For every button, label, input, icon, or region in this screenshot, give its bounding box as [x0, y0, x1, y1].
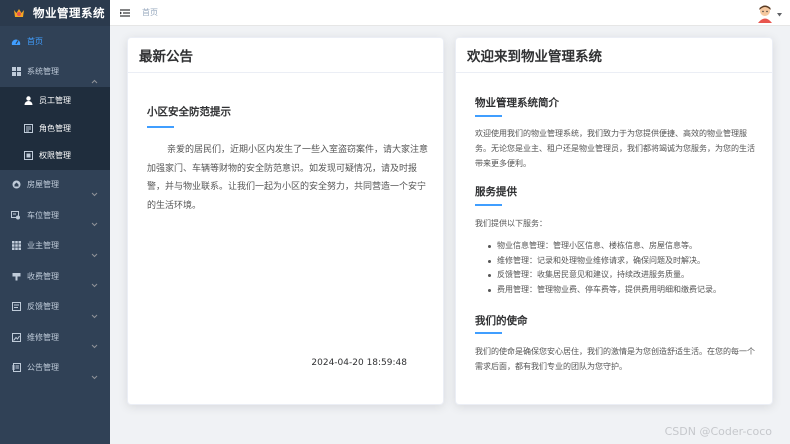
- sidebar-item-staff[interactable]: 员工管理: [0, 87, 110, 115]
- title-underline: [475, 204, 502, 206]
- welcome-card: 欢迎来到物业管理系统 物业管理系统简介 欢迎使用我们的物业管理系统，我们致力于为…: [455, 37, 773, 405]
- section-title-mission: 我们的使命: [475, 315, 528, 327]
- notice-icon: [10, 362, 22, 374]
- list-item: 物业信息管理：管理小区信息、楼栋信息、房屋信息等。: [488, 239, 761, 254]
- list-item: 反馈管理：收集居民意见和建议，持续改进服务质量。: [488, 268, 761, 283]
- sidebar-item-label: 车位管理: [27, 210, 59, 220]
- user-menu[interactable]: [755, 2, 782, 23]
- sidebar-item-feedback[interactable]: 反馈管理: [0, 292, 110, 323]
- sidebar-item-label: 员工管理: [39, 96, 71, 106]
- feedback-icon: [10, 301, 22, 313]
- chevron-up-icon: [91, 69, 98, 88]
- chevron-down-icon: [91, 304, 98, 323]
- role-icon: [22, 122, 34, 134]
- sidebar-item-owner[interactable]: 业主管理: [0, 231, 110, 262]
- sidebar-item-permission[interactable]: 权限管理: [0, 142, 110, 170]
- sidebar-item-parking[interactable]: 车位管理: [0, 200, 110, 231]
- sidebar-item-label: 维修管理: [27, 332, 59, 342]
- card-title: 最新公告: [128, 38, 443, 73]
- sidebar-item-label: 权限管理: [39, 151, 71, 161]
- permission-icon: [22, 150, 34, 162]
- chevron-down-icon: [91, 334, 98, 353]
- sidebar-item-label: 首页: [27, 36, 43, 46]
- logo-icon: [12, 6, 26, 20]
- house-icon: [10, 179, 22, 191]
- title-underline: [475, 332, 502, 334]
- sidebar: 物业管理系统 首页 系统管理 员工管理 角色管理 权限管理 房屋管理 车位管理 …: [0, 0, 110, 444]
- sidebar-item-role[interactable]: 角色管理: [0, 115, 110, 143]
- section-title-intro: 物业管理系统简介: [475, 97, 559, 109]
- breadcrumb[interactable]: 首页: [142, 7, 158, 18]
- notice-title: 小区安全防范提示: [147, 106, 231, 118]
- sidebar-item-label: 反馈管理: [27, 302, 59, 312]
- app-title: 物业管理系统: [33, 6, 105, 20]
- chevron-down-icon: [91, 273, 98, 292]
- caret-down-icon: [777, 2, 782, 21]
- logo[interactable]: 物业管理系统: [0, 0, 110, 26]
- chevron-down-icon: [91, 212, 98, 231]
- watermark: CSDN @Coder-coco: [664, 425, 772, 438]
- card-title: 欢迎来到物业管理系统: [456, 38, 772, 73]
- user-icon: [22, 95, 34, 107]
- hamburger-icon[interactable]: [118, 6, 132, 20]
- parking-icon: [10, 209, 22, 221]
- avatar[interactable]: [755, 3, 775, 23]
- title-underline: [475, 115, 502, 117]
- notice-body: 亲爱的居民们，近期小区内发生了一些入室盗窃案件，请大家注意加强家门、车辆等财物的…: [147, 145, 429, 211]
- list-item: 维修管理：记录和处理物业维修请求，确保问题及时解决。: [488, 254, 761, 269]
- sidebar-item-fee[interactable]: 收费管理: [0, 261, 110, 292]
- dashboard-icon: [10, 35, 22, 47]
- sidebar-item-repair[interactable]: 维修管理: [0, 322, 110, 353]
- sidebar-item-house[interactable]: 房屋管理: [0, 170, 110, 201]
- mission-text: 我们的使命是确保您安心居住，我们的激情是为您创造舒适生活。在您的每一个需求后面，…: [475, 347, 755, 371]
- sidebar-item-label: 收费管理: [27, 271, 59, 281]
- repair-icon: [10, 331, 22, 343]
- title-underline: [147, 126, 174, 128]
- services-intro: 我们提供以下服务：: [475, 219, 547, 228]
- list-item: 费用管理：管理物业费、停车费等，提供费用明细和缴费记录。: [488, 283, 761, 298]
- sidebar-item-label: 业主管理: [27, 241, 59, 251]
- sidebar-item-label: 公告管理: [27, 363, 59, 373]
- chevron-down-icon: [91, 243, 98, 262]
- grid-icon: [10, 66, 22, 78]
- sidebar-item-label: 系统管理: [27, 67, 59, 77]
- top-navbar: 首页: [110, 0, 790, 26]
- notice-date: 2024-04-20 18:59:48: [311, 358, 407, 368]
- sidebar-item-label: 角色管理: [39, 123, 71, 133]
- sidebar-item-system[interactable]: 系统管理: [0, 57, 110, 88]
- section-title-services: 服务提供: [475, 186, 517, 198]
- fee-icon: [10, 270, 22, 282]
- submenu-system: 员工管理 角色管理 权限管理: [0, 87, 110, 170]
- chevron-down-icon: [91, 365, 98, 384]
- services-list: 物业信息管理：管理小区信息、楼栋信息、房屋信息等。 维修管理：记录和处理物业维修…: [488, 239, 761, 298]
- intro-text: 欢迎使用我们的物业管理系统，我们致力于为您提供便捷、高效的物业管理服务。无论您是…: [475, 129, 755, 168]
- chevron-down-icon: [91, 182, 98, 201]
- sidebar-item-notice[interactable]: 公告管理: [0, 353, 110, 384]
- sidebar-item-label: 房屋管理: [27, 180, 59, 190]
- sidebar-item-home[interactable]: 首页: [0, 26, 110, 57]
- apps-icon: [10, 240, 22, 252]
- notice-card: 最新公告 小区安全防范提示 亲爱的居民们，近期小区内发生了一些入室盗窃案件，请大…: [127, 37, 444, 405]
